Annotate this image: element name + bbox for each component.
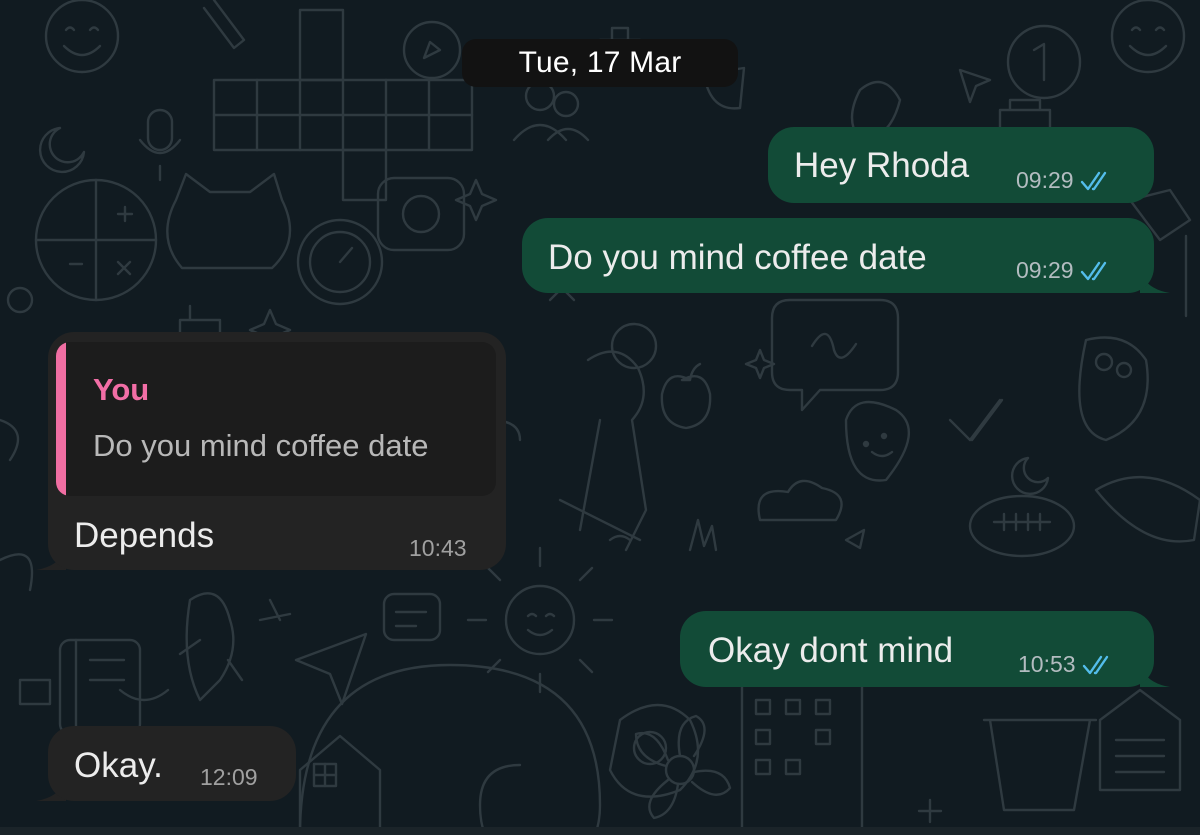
date-separator: Tue, 17 Mar xyxy=(462,39,738,87)
double-check-read-icon xyxy=(1080,261,1106,280)
message-time: 09:29 xyxy=(1016,167,1074,193)
message-text: Okay dont mind xyxy=(708,631,954,670)
message-text: Depends xyxy=(74,516,215,555)
message-meta: 10:43 xyxy=(409,537,467,560)
outgoing-message[interactable]: Okay dont mind 10:53 xyxy=(680,611,1154,687)
outgoing-message[interactable]: Do you mind coffee date 09:29 xyxy=(522,218,1154,293)
quote-author: You xyxy=(93,372,150,407)
message-text: Okay. xyxy=(74,746,163,785)
message-meta: 10:53 xyxy=(1018,653,1115,676)
incoming-message[interactable]: You Do you mind coffee date Depends 10:4… xyxy=(48,332,506,570)
chat-area[interactable]: Tue, 17 Mar Hey Rhoda 09:29 Do you mind … xyxy=(0,0,1200,835)
quote-accent-bar xyxy=(56,342,66,496)
message-text: Do you mind coffee date xyxy=(548,238,927,277)
message-meta: 09:29 xyxy=(1016,169,1113,192)
double-check-read-icon xyxy=(1080,171,1106,190)
message-meta: 12:09 xyxy=(200,766,258,789)
message-text: Hey Rhoda xyxy=(794,146,970,185)
message-meta: 09:29 xyxy=(1016,259,1113,282)
message-time: 12:09 xyxy=(200,764,258,790)
double-check-read-icon xyxy=(1082,655,1108,674)
quote-text: Do you mind coffee date xyxy=(93,428,429,463)
message-time: 10:43 xyxy=(409,535,467,561)
message-time: 09:29 xyxy=(1016,257,1074,283)
bottom-divider xyxy=(0,827,1200,835)
message-time: 10:53 xyxy=(1018,651,1076,677)
incoming-message[interactable]: Okay. 12:09 xyxy=(48,726,296,801)
quoted-reply[interactable]: You Do you mind coffee date xyxy=(56,342,496,496)
outgoing-message[interactable]: Hey Rhoda 09:29 xyxy=(768,127,1154,203)
